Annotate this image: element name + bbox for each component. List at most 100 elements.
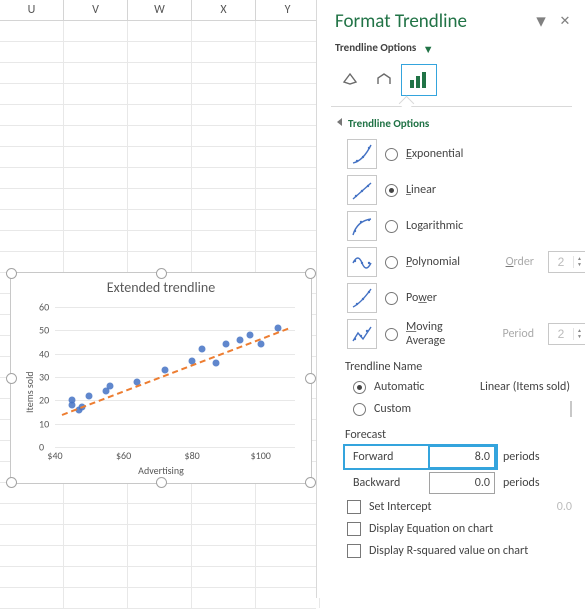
chart-title[interactable]: Extended trendline [11,279,311,296]
logarithmic-radio[interactable] [385,220,398,233]
chart-object[interactable]: Extended trendline Items sold Advertisin… [10,272,312,484]
forward-unit: periods [503,450,540,464]
display-equation-checkbox[interactable] [347,522,361,536]
trendline-type-moving[interactable]: Moving Average Period ▲▼ [347,316,585,352]
column-header[interactable]: V [64,0,128,20]
trendline-type-polynomial[interactable]: Polynomial Order ▲▼ [347,244,585,280]
backward-label: Backward [353,476,429,490]
moving-param-input[interactable]: ▲▼ [548,323,585,345]
power-radio[interactable] [385,292,398,305]
power-thumb-icon [347,283,377,313]
custom-label: Custom [374,402,411,416]
linear-radio[interactable] [385,184,398,197]
set-intercept-checkbox[interactable] [347,500,361,514]
y-tick: 10 [39,417,49,430]
backward-row: Backward 0.0 periods [317,470,585,496]
trendline-type-power[interactable]: Power [347,280,585,316]
resize-handle[interactable] [156,268,167,279]
data-point[interactable] [213,360,220,367]
polynomial-thumb-icon [347,247,377,277]
linear-thumb-icon [347,175,377,205]
column-header[interactable]: W [128,0,192,20]
exponential-label: Exponential [406,147,463,161]
moving-radio[interactable] [385,328,398,341]
data-point[interactable] [86,392,93,399]
trendline-type-logarithmic[interactable]: Logarithmic [347,208,585,244]
display-r2-checkbox[interactable] [347,544,361,558]
moving-thumb-icon [347,319,377,349]
polynomial-param-label: Order [506,255,534,269]
resize-handle[interactable] [6,373,17,384]
plot-area[interactable] [55,307,295,447]
y-tick: 0 [39,441,44,454]
format-trendline-pane: Format Trendline ▾ ✕ Trendline Options ▼… [316,0,585,598]
column-header[interactable]: X [192,0,256,20]
data-point[interactable] [106,383,113,390]
moving-label: Moving Average [406,320,445,348]
close-icon[interactable]: ✕ [558,14,572,29]
data-point[interactable] [247,332,254,339]
x-axis-label: Advertising [11,464,311,477]
display-r2-label: Display R-squared value on chart [369,544,528,558]
x-tick: $100 [251,449,271,462]
collapse-icon[interactable] [337,118,342,126]
trendline-type-linear[interactable]: Linear [347,172,585,208]
data-point[interactable] [223,341,230,348]
x-tick: $40 [47,449,62,462]
fill-line-tab-icon[interactable] [333,65,367,95]
forecast-heading: Forecast [317,420,585,444]
logarithmic-thumb-icon [347,211,377,241]
resize-handle[interactable] [305,477,316,488]
pane-tabs [317,64,585,96]
backward-unit: periods [503,476,540,490]
automatic-value: Linear (Items sold) [480,380,570,394]
polynomial-radio[interactable] [385,256,398,269]
data-point[interactable] [257,341,264,348]
pane-title: Format Trendline [335,10,467,33]
forward-label: Forward [353,450,429,464]
effects-tab-icon[interactable] [367,65,401,95]
column-header[interactable]: U [0,0,64,20]
trendline[interactable] [61,328,288,416]
resize-handle[interactable] [305,373,316,384]
moving-param-label: Period [503,327,535,341]
y-axis-label: Items sold [23,371,36,413]
worksheet[interactable]: U V W X Y Extended trendline Items sold … [0,0,316,598]
resize-handle[interactable] [6,268,17,279]
data-point[interactable] [237,336,244,343]
column-header[interactable]: Y [256,0,320,20]
resize-handle[interactable] [305,268,316,279]
forward-row: Forward 8.0 periods [317,444,585,470]
data-point[interactable] [69,397,76,404]
exponential-thumb-icon [347,139,377,169]
polynomial-param-input[interactable]: ▲▼ [548,251,585,273]
task-pane-options-icon[interactable]: ▾ [534,10,548,33]
x-tick: $60 [116,449,131,462]
trendline-type-exponential[interactable]: Exponential [347,136,585,172]
column-headers: U V W X Y [0,0,316,21]
custom-radio[interactable] [353,403,366,416]
resize-handle[interactable] [6,477,17,488]
pane-subtitle: Trendline Options [335,41,416,54]
x-tick: $80 [185,449,200,462]
automatic-radio[interactable] [353,381,366,394]
linear-label: Linear [406,183,436,197]
logarithmic-label: Logarithmic [406,219,463,233]
y-tick: 30 [39,371,49,384]
y-tick: 60 [39,301,49,314]
y-tick: 20 [39,394,49,407]
y-tick: 50 [39,324,49,337]
power-label: Power [406,291,437,305]
intercept-input[interactable]: 0.0 [557,500,572,514]
exponential-radio[interactable] [385,148,398,161]
resize-handle[interactable] [156,477,167,488]
section-heading[interactable]: Trendline Options [317,107,585,136]
data-point[interactable] [199,346,206,353]
chevron-down-icon[interactable]: ▼ [423,43,434,56]
custom-name-input[interactable] [570,401,572,417]
polynomial-label: Polynomial [406,255,460,269]
forward-input[interactable]: 8.0 [429,446,495,468]
trendline-options-tab-icon[interactable] [401,64,437,96]
set-intercept-label: Set Intercept [369,500,432,514]
backward-input[interactable]: 0.0 [429,472,495,494]
